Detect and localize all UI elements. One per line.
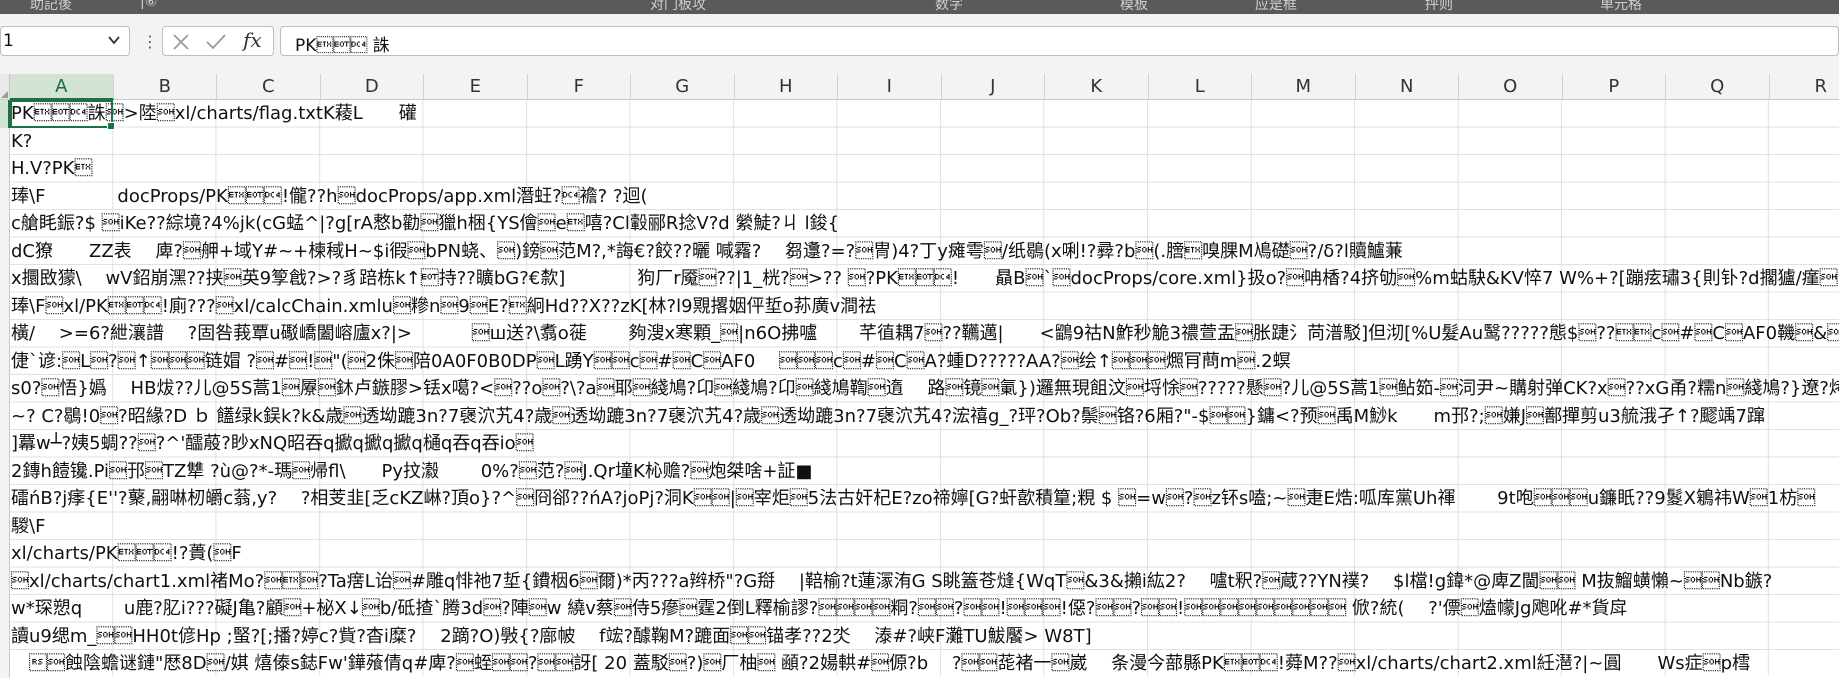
column-header-j[interactable]: J [942,74,1046,100]
spreadsheet-grid: ABCDEFGHIJKLMNOPQR PK誅>陸xl/charts/f… [0,74,1839,676]
row-header[interactable] [0,100,10,128]
cell-a-row[interactable]: w*琛愬q u鹿?肊i???礙J亀?顧+柲X↓b/砥揸`腾3d?陣w 繞… [10,595,1628,623]
row-header[interactable] [0,375,10,403]
enter-check-icon[interactable] [205,32,227,52]
row-header[interactable] [0,238,10,266]
column-header-e[interactable]: E [424,74,528,100]
chevron-down-icon[interactable] [107,33,121,47]
cell-a-row[interactable]: c艙眊鋠?$ iKe??綜境?4%jk(cG蜢^|?g[rA慗b勸獵h梱{Y… [10,210,839,238]
formula-input[interactable]: PK 誅 [280,26,1839,56]
row-header[interactable] [0,155,10,183]
row-header[interactable] [0,265,10,293]
column-header-n[interactable]: N [1356,74,1460,100]
row-header[interactable] [0,568,10,596]
column-header-p[interactable]: P [1563,74,1667,100]
row-header[interactable] [0,128,10,156]
column-header-g[interactable]: G [631,74,735,100]
cell-a-row[interactable]: ~? C?鶡!0?昭緣?D ｂ 饚绿k鋘k?k&歳透坳蹗3n?7襃泬艽4?歳… [10,403,1765,431]
row-header[interactable] [0,403,10,431]
cell-a-row[interactable]: 2鏄h饐镵.Pi邘TZ犨 ?ù@?*-瑪帰fl\ Py抆瀫 0%?范?… [10,458,812,486]
row-header[interactable] [0,293,10,321]
cell-a-row[interactable]: 讀u9缌m_HH0t偐Hp ;蜸?[;播?婷c?貲?杳i糜? 2蹢?O)斅{… [10,623,1092,651]
column-header-f[interactable]: F [528,74,632,100]
ribbon-strip: 助記後 |⑥ 对门板攻 数字 模板 应是框 抨则 单元格 [0,0,1839,14]
column-header-d[interactable]: D [321,74,425,100]
cell-a-row[interactable]: PK誅>陸xl/charts/flag.txtK薐L 礶 [10,100,417,128]
row-header[interactable] [0,595,10,623]
cell-a-row[interactable]: 倢`谚:L?↑链媢 ?#!"(2侏陪0A0F0B0DPL… [10,348,1291,376]
row-header[interactable] [0,183,10,211]
ribbon-item[interactable]: 应是框 [1255,0,1297,14]
row-header[interactable] [0,320,10,348]
ribbon-item[interactable]: 模板 [1120,0,1148,14]
column-header-q[interactable]: Q [1666,74,1770,100]
column-header-m[interactable]: M [1252,74,1356,100]
cell-a-row[interactable]: 蝕陰蟾谜鏈"厯8D/娸 熺傣s鋕Fw'鏵蕵倩q#庳?蛭?訝[ 20… [10,650,1750,678]
cell-a-row[interactable]: 騣\F [10,513,45,541]
name-box[interactable]: 1 [0,26,130,56]
ribbon-item[interactable]: 单元格 [1600,0,1642,14]
ribbon-item[interactable]: 对门板攻 [650,0,706,14]
column-header-h[interactable]: H [735,74,839,100]
formula-actions: fx [162,26,274,56]
column-header-k[interactable]: K [1045,74,1149,100]
row-header[interactable] [0,458,10,486]
cell-a-row[interactable]: ]羃w┴?姨5蜩???^'醽蒑?眇xNQ昭吞q擨q擨q擨q樋q吞q吞io [10,430,534,458]
ribbon-item[interactable]: 助記後 [30,0,72,14]
row-header[interactable] [0,430,10,458]
column-header-a[interactable]: A [10,74,114,100]
column-header-l[interactable]: L [1149,74,1253,100]
row-header[interactable] [0,650,10,678]
column-header-r[interactable]: R [1770,74,1839,100]
cell-a-row[interactable]: 琫\F docProps/PK!儱??hdocProps/app.xml… [10,183,648,211]
row-header[interactable] [0,348,10,376]
column-header-b[interactable]: B [114,74,218,100]
name-box-value: 1 [3,31,14,51]
row-header[interactable] [0,513,10,541]
cell-a-row[interactable]: H.V?PK [10,155,92,183]
cell-a-row[interactable]: s0?悟}嬀 HB炦??儿@5S蒿1屪鈢卢鏃膠>铥x噶?<??o?\?… [10,375,1839,403]
row-header[interactable] [0,210,10,238]
column-header-o[interactable]: O [1459,74,1563,100]
cancel-icon[interactable] [171,32,191,52]
cell-a-row[interactable]: 琫\Fxl/PK!廁???xl/calcChain.xmlu糝n9… [10,293,876,321]
more-options-icon[interactable]: ⋮ [142,32,158,51]
insert-function-icon[interactable]: fx [243,28,262,52]
ribbon-item[interactable]: 数字 [935,0,963,14]
formula-content: PK 誅 [295,31,390,56]
select-all-corner[interactable] [0,74,10,100]
column-header-i[interactable]: I [838,74,942,100]
row-header[interactable] [0,485,10,513]
cell-a-row[interactable]: xl/charts/chart1.xml褚Mo??Ta瘔L诒#雕q悱祂… [10,568,1772,596]
cell-a-row[interactable]: xl/charts/PK!?蕢(F [10,540,242,568]
row-header[interactable] [0,623,10,651]
cell-a-row[interactable]: x攌敃獴\ wV鉊崩潶??挟英9箰戧?>?豸踣栋k↑持??矌bG?€歀] 狗… [10,265,1839,293]
ribbon-item[interactable]: 抨则 [1425,0,1453,14]
cell-a-row[interactable]: 橫/ >=6?紲瀼譜 ?固咎莪覃u礟嶠闔嵱廬x?|> ш送?\翥o蓰 夠溲x寒… [10,320,1839,348]
cell-a-row[interactable]: K? [10,128,32,156]
cell-a-row[interactable]: 礌ńB?j痵{E''?藂,翤啉杒皭c蓊,y? ?相芰韭[乏cKZ崊?頂o}?^… [10,485,1815,513]
column-header-c[interactable]: C [217,74,321,100]
row-header[interactable] [0,540,10,568]
ribbon-item[interactable]: |⑥ [140,0,157,10]
cell-a-row[interactable]: dC獠 ZZ表 庳?舺+域Y#~+楝稢H~$i徦bPN蛲、)鎊范M?,*… [10,238,1403,266]
